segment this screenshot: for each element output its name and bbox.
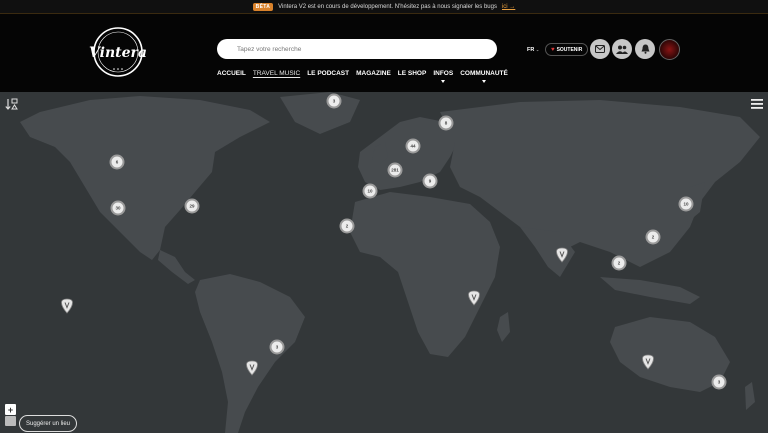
beta-message: Vintera V2 est en cours de développement… [278,3,497,10]
community-button[interactable] [612,39,632,59]
map-cluster[interactable]: 8 [438,115,454,131]
map-cluster[interactable]: 3 [269,339,285,355]
map-cluster[interactable]: 9 [422,173,438,189]
guitar-pick-marker-icon[interactable] [61,298,73,314]
map-cluster[interactable]: 3 [326,93,342,109]
nav-magazine[interactable]: MAGAZINE [356,70,391,77]
beta-badge: BÊTA [252,2,274,11]
search-bar[interactable] [217,39,497,59]
map-cluster[interactable]: 30 [110,200,126,216]
bug-report-link[interactable]: ici → [502,4,515,10]
map-cluster[interactable]: 29 [184,198,200,214]
menu-icon[interactable] [751,99,763,109]
map-cluster[interactable]: 10 [362,183,378,199]
map-cluster[interactable]: 44 [405,138,421,154]
map-cluster[interactable]: 10 [678,196,694,212]
suggest-place-button[interactable]: Suggérer un lieu [19,415,77,432]
world-map[interactable]: 3 8 44 6 281 9 10 30 29 2 10 2 2 3 3 + S… [0,92,768,433]
user-avatar[interactable] [659,39,680,60]
nav-accueil[interactable]: ACCUEIL [217,70,246,77]
nav-infos[interactable]: INFOS [433,70,453,83]
nav-travel-music[interactable]: TRAVEL MUSIC [253,70,300,77]
zoom-in-button[interactable]: + [5,404,16,415]
search-input[interactable] [237,45,497,53]
map-cluster[interactable]: 281 [387,162,403,178]
nav-podcast[interactable]: LE PODCAST [307,70,349,77]
guitar-pick-marker-icon[interactable] [642,354,654,370]
support-button[interactable]: ♥ SOUTENIR [545,43,589,56]
site-header: Vintera ACCUEIL TRAVEL MUSIC LE PODCAST … [0,14,768,92]
language-selector[interactable]: FR ⌄ [527,47,539,53]
bell-icon [641,44,649,54]
heart-icon: ♥ [551,46,555,53]
map-cluster[interactable]: 3 [711,374,727,390]
map-cluster[interactable]: 2 [339,218,355,234]
guitar-pick-marker-icon[interactable] [468,290,480,306]
sort-icon[interactable] [5,97,19,111]
guitar-pick-marker-icon[interactable] [246,360,258,376]
map-cluster[interactable]: 2 [645,229,661,245]
mail-icon [595,45,605,53]
vintera-logo[interactable]: Vintera [88,22,148,82]
nav-communaute[interactable]: COMMUNAUTÉ [460,70,508,83]
map-cluster[interactable]: 6 [109,154,125,170]
notifications-button[interactable] [635,39,655,59]
language-label: FR [527,47,535,53]
messages-button[interactable] [590,39,610,59]
support-label: SOUTENIR [556,46,583,53]
zoom-out-button[interactable] [5,416,16,426]
beta-banner: BÊTA Vintera V2 est en cours de développ… [0,0,768,14]
map-cluster[interactable]: 2 [611,255,627,271]
users-icon [616,45,628,54]
main-nav: ACCUEIL TRAVEL MUSIC LE PODCAST MAGAZINE… [217,70,508,83]
svg-text:Vintera: Vintera [89,45,147,61]
guitar-pick-marker-icon[interactable] [556,247,568,263]
chevron-down-icon: ⌄ [535,47,540,52]
nav-shop[interactable]: LE SHOP [398,70,427,77]
map-landmass [20,92,760,433]
